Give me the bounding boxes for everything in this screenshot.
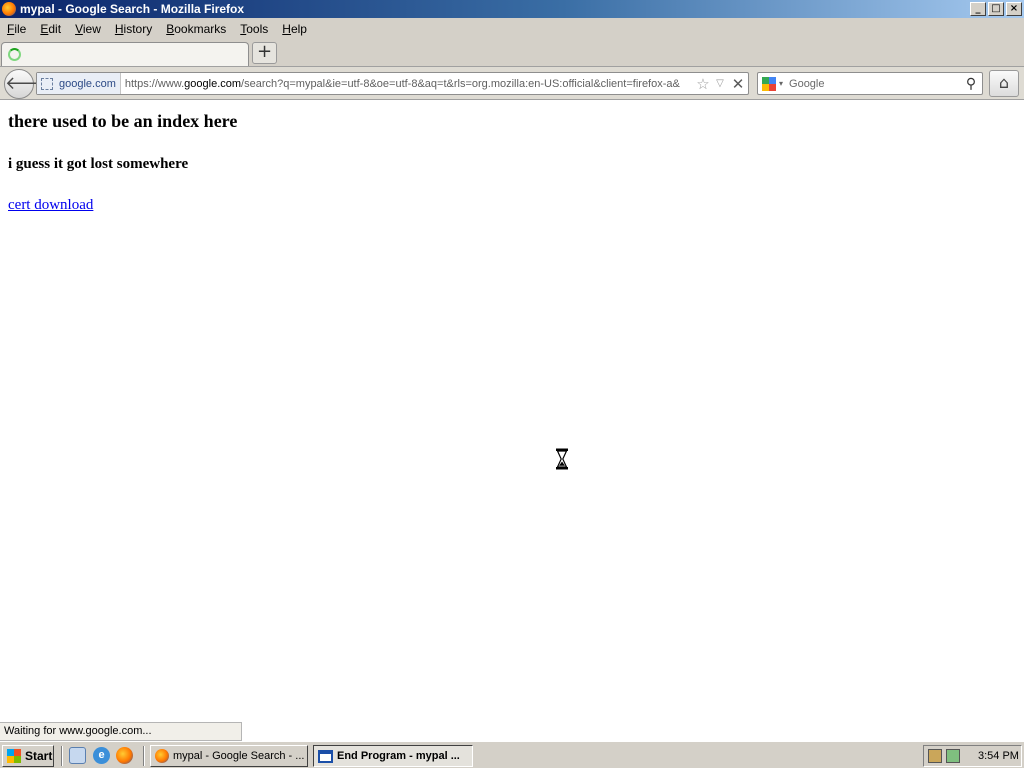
window-controls: _ □ × xyxy=(970,2,1022,16)
window-title-bar[interactable]: mypal - Google Search - Mozilla Firefox … xyxy=(0,0,1024,18)
start-label: Start xyxy=(25,749,53,763)
stop-icon[interactable]: ✕ xyxy=(728,75,748,93)
network-tray-icon[interactable] xyxy=(928,749,942,763)
menu-bar: File Edit View History Bookmarks Tools H… xyxy=(0,18,1024,39)
url-bar[interactable]: google.com https://www.google.com/search… xyxy=(36,72,749,95)
page-subheading: i guess it got lost somewhere xyxy=(8,156,189,172)
taskbar-button-firefox[interactable]: mypal - Google Search - ... xyxy=(150,745,308,767)
tab-active[interactable] xyxy=(1,42,249,66)
start-button[interactable]: Start xyxy=(2,745,54,767)
menu-tools[interactable]: Tools xyxy=(233,22,275,36)
google-engine-icon[interactable] xyxy=(762,76,776,91)
safely-remove-tray-icon[interactable] xyxy=(946,749,960,763)
minimize-button[interactable]: _ xyxy=(970,2,986,16)
url-host: google.com xyxy=(184,77,242,90)
menu-help[interactable]: Help xyxy=(275,22,314,36)
firefox-icon xyxy=(2,2,16,16)
window-task-icon xyxy=(318,749,333,763)
navigation-toolbar: 🡐 google.com https://www.google.com/sear… xyxy=(0,67,1024,100)
firefox-task-icon xyxy=(155,749,169,763)
show-desktop-icon[interactable] xyxy=(69,747,86,764)
new-tab-button[interactable]: + xyxy=(252,42,277,64)
menu-history[interactable]: History xyxy=(108,22,159,36)
site-identity-label: google.com xyxy=(59,77,116,90)
menu-bookmarks[interactable]: Bookmarks xyxy=(159,22,233,36)
maximize-button[interactable]: □ xyxy=(988,2,1004,16)
system-tray: 3:54 PM xyxy=(923,745,1022,767)
hourglass-cursor-icon xyxy=(556,448,568,470)
window-title: mypal - Google Search - Mozilla Firefox xyxy=(20,2,245,16)
bookmark-star-icon[interactable]: ☆ xyxy=(694,75,712,93)
loading-spinner-icon xyxy=(8,48,21,61)
menu-file[interactable]: File xyxy=(0,22,33,36)
site-identity-button[interactable]: google.com xyxy=(37,73,121,94)
menu-edit[interactable]: Edit xyxy=(33,22,68,36)
clock[interactable]: 3:54 PM xyxy=(978,750,1019,762)
taskbar-button-end-program[interactable]: End Program - mypal ... xyxy=(313,745,473,767)
status-panel: Waiting for www.google.com... xyxy=(0,722,242,741)
internet-explorer-icon[interactable]: e xyxy=(93,747,110,764)
tab-strip xyxy=(0,39,1024,67)
taskbar-button-label: End Program - mypal ... xyxy=(337,750,460,762)
windows-logo-icon xyxy=(7,749,21,763)
quicklaunch-separator xyxy=(61,746,63,766)
firefox-quicklaunch-icon[interactable] xyxy=(116,747,133,764)
back-button[interactable]: 🡐 xyxy=(4,69,53,99)
taskbar-button-label: mypal - Google Search - ... xyxy=(173,750,305,762)
page-heading: there used to be an index here xyxy=(8,111,238,131)
history-dropdown-icon[interactable]: ▽ xyxy=(712,78,728,89)
search-go-icon[interactable]: ⚲ xyxy=(960,76,982,92)
search-input[interactable] xyxy=(783,76,960,91)
page-content: there used to be an index here i guess i… xyxy=(0,101,1024,721)
site-identity-icon xyxy=(41,77,53,90)
home-button[interactable]: ⌂ xyxy=(989,70,1019,97)
url-text[interactable]: https://www.google.com/search?q=mypal&ie… xyxy=(125,78,694,90)
taskbar: Start e mypal - Google Search - ... End … xyxy=(0,741,1024,768)
search-bar: ▾ ⚲ xyxy=(757,72,983,95)
menu-view[interactable]: View xyxy=(68,22,108,36)
close-button[interactable]: × xyxy=(1006,2,1022,16)
quicklaunch-separator xyxy=(143,746,145,766)
cert-download-link[interactable]: cert download xyxy=(8,197,93,214)
